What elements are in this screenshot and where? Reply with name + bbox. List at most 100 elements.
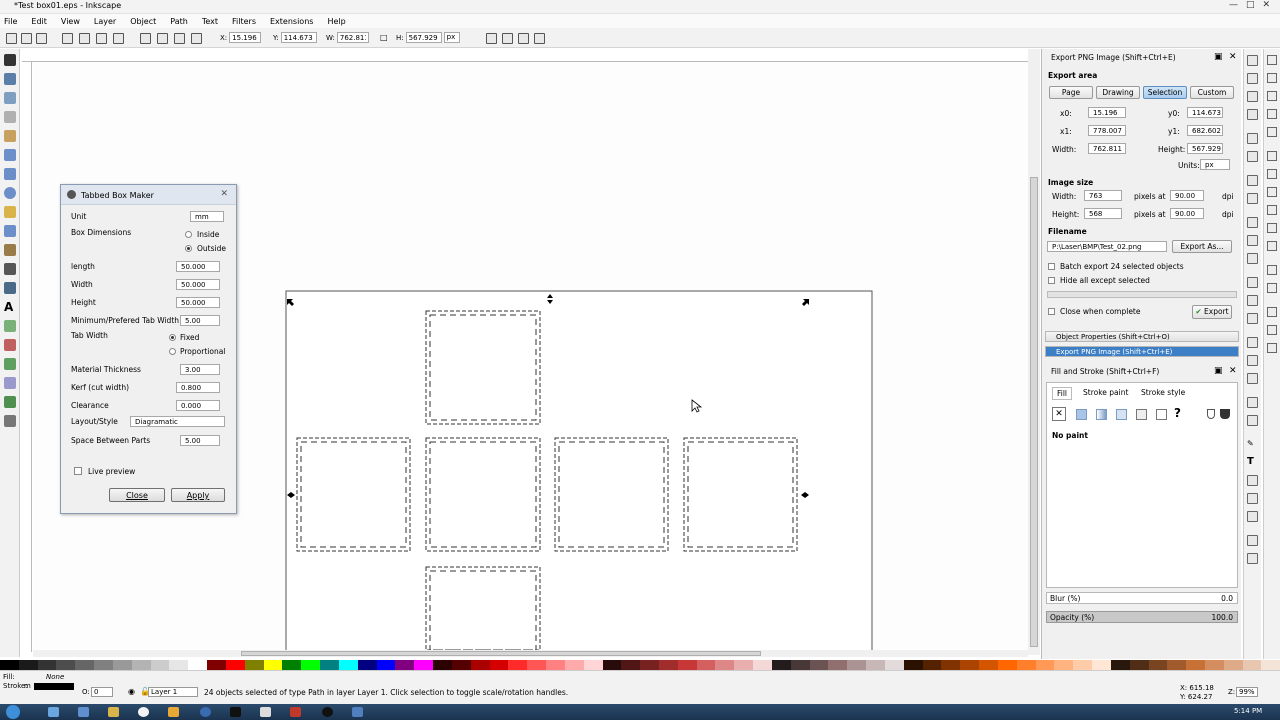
horizontal-scrollbar[interactable]: [33, 650, 1028, 657]
pen-tool-icon[interactable]: [4, 263, 16, 275]
ellipse-tool-icon[interactable]: [4, 187, 16, 199]
apply-button[interactable]: Apply: [171, 488, 225, 502]
zoom-tool-icon[interactable]: [4, 111, 16, 123]
lower-icon[interactable]: [174, 33, 185, 44]
align-distribute-icon[interactable]: [1247, 511, 1258, 522]
close-icon[interactable]: ✕: [1262, 0, 1270, 10]
inside-radio[interactable]: [185, 231, 192, 238]
spray-tool-icon[interactable]: [4, 320, 16, 332]
pattern-icon[interactable]: [1136, 409, 1147, 420]
rotate-cw-icon[interactable]: [79, 33, 90, 44]
eraser-tool-icon[interactable]: [4, 339, 16, 351]
no-paint-icon[interactable]: ✕: [1052, 407, 1066, 421]
clearance-input[interactable]: 0.000: [176, 400, 220, 411]
x-input[interactable]: [229, 32, 262, 43]
outside-radio[interactable]: [185, 245, 192, 252]
width-input[interactable]: 50.000: [176, 279, 220, 290]
save-icon[interactable]: [1247, 91, 1258, 102]
export-button[interactable]: ✔ Export: [1192, 305, 1232, 319]
menu-layer[interactable]: Layer: [94, 17, 116, 26]
selector-tool-icon[interactable]: [4, 54, 16, 66]
dpi-input[interactable]: 90.00: [1170, 190, 1204, 201]
export-icon[interactable]: [1247, 151, 1258, 162]
copy-icon[interactable]: [1247, 217, 1258, 228]
measure-tool-icon[interactable]: [4, 130, 16, 142]
layers-icon[interactable]: [1247, 475, 1258, 486]
hide-checkbox[interactable]: [1048, 277, 1055, 284]
menu-file[interactable]: File: [4, 17, 17, 26]
w-input[interactable]: [336, 32, 369, 43]
taskbar-explorer-icon[interactable]: [108, 707, 119, 717]
x0-input[interactable]: 15.196: [1088, 107, 1126, 118]
unit-select[interactable]: mm: [190, 211, 224, 222]
redo-icon[interactable]: [1247, 193, 1258, 204]
move-gradients-icon[interactable]: [518, 33, 529, 44]
stroke-paint-tab[interactable]: Stroke paint: [1083, 388, 1128, 397]
length-input[interactable]: 50.000: [176, 261, 220, 272]
color-palette[interactable]: [0, 660, 1280, 670]
live-preview-checkbox[interactable]: [74, 467, 82, 475]
flat-color-icon[interactable]: [1076, 409, 1087, 420]
export-png-tab[interactable]: Export PNG Image (Shift+Ctrl+E): [1045, 346, 1239, 357]
scale-corners-icon[interactable]: [502, 33, 513, 44]
menu-edit[interactable]: Edit: [31, 17, 47, 26]
snap-paths-icon[interactable]: [1267, 169, 1277, 179]
space-between-input[interactable]: 5.00: [180, 435, 220, 446]
minimize-icon[interactable]: —: [1229, 0, 1238, 10]
taskbar-app-5-icon[interactable]: [168, 707, 179, 717]
select-all-icon[interactable]: [6, 33, 17, 44]
fill-rule-nonzero-icon[interactable]: [1220, 409, 1230, 419]
print-icon[interactable]: [1247, 109, 1258, 120]
opacity-input[interactable]: 0: [91, 687, 113, 697]
calligraphy-tool-icon[interactable]: [4, 282, 16, 294]
snap-bbox-edge-icon[interactable]: [1267, 91, 1277, 101]
object-properties-tab[interactable]: Object Properties (Shift+Ctrl+O): [1045, 331, 1239, 342]
snap-nodes-icon[interactable]: [1267, 151, 1277, 161]
zoom-drawing-icon[interactable]: [1247, 295, 1258, 306]
width-input[interactable]: 762.811: [1088, 143, 1126, 154]
unit-select[interactable]: px: [443, 32, 460, 43]
taskbar-app-10-icon[interactable]: [322, 707, 333, 717]
clone-icon[interactable]: [1247, 355, 1258, 366]
snap-bbox-icon[interactable]: [1267, 73, 1277, 83]
layer-visibility-icon[interactable]: ◉: [128, 687, 135, 696]
taskbar-app-1-icon[interactable]: [48, 707, 59, 717]
radial-gradient-icon[interactable]: [1116, 409, 1127, 420]
undo-icon[interactable]: [1247, 175, 1258, 186]
zoom-input[interactable]: 99%: [1236, 687, 1258, 697]
menu-path[interactable]: Path: [170, 17, 188, 26]
gradient-tool-icon[interactable]: [4, 377, 16, 389]
close-when-complete-checkbox[interactable]: [1048, 308, 1055, 315]
lower-to-bottom-icon[interactable]: [191, 33, 202, 44]
star-tool-icon[interactable]: [4, 206, 16, 218]
y1-input[interactable]: 682.602: [1187, 125, 1223, 136]
layout-select[interactable]: Diagramatic: [130, 416, 225, 427]
y0-input[interactable]: 114.673: [1187, 107, 1223, 118]
connector-tool-icon[interactable]: [4, 415, 16, 427]
spiral-tool-icon[interactable]: [4, 225, 16, 237]
tab-drawing[interactable]: Drawing: [1096, 86, 1140, 99]
snap-toggle-icon[interactable]: [1267, 55, 1277, 65]
tab-page[interactable]: Page: [1049, 86, 1093, 99]
snap-intersections-icon[interactable]: [1267, 187, 1277, 197]
tab-custom[interactable]: Custom: [1190, 86, 1234, 99]
menu-view[interactable]: View: [61, 17, 80, 26]
duplicate-icon[interactable]: [1247, 337, 1258, 348]
snap-grids-icon[interactable]: [1267, 325, 1277, 335]
taskbar-app-11-icon[interactable]: [352, 707, 363, 717]
rotate-ccw-icon[interactable]: [62, 33, 73, 44]
batch-checkbox[interactable]: [1048, 263, 1055, 270]
fill-stroke-undock-icon[interactable]: ▣: [1214, 366, 1223, 376]
x1-input[interactable]: 778.007: [1088, 125, 1126, 136]
paste-icon[interactable]: [1247, 253, 1258, 264]
3d-box-tool-icon[interactable]: [4, 168, 16, 180]
stroke-style-tab[interactable]: Stroke style: [1141, 388, 1185, 397]
vertical-scrollbar[interactable]: [1028, 49, 1040, 655]
tweak-tool-icon[interactable]: [4, 92, 16, 104]
text-tool-icon[interactable]: A: [4, 301, 16, 313]
stroke-swatch[interactable]: [34, 683, 74, 690]
dropper-tool-icon[interactable]: [4, 396, 16, 408]
dpi-input-2[interactable]: 90.00: [1170, 208, 1204, 219]
ungroup-icon[interactable]: [1247, 415, 1258, 426]
snap-line-midpoints-icon[interactable]: [1267, 241, 1277, 251]
